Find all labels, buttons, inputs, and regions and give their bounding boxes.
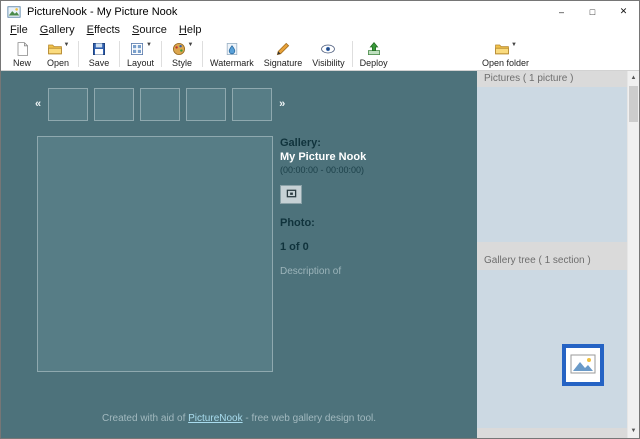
gallery-label: Gallery: xyxy=(280,136,465,150)
tool-label: Deploy xyxy=(360,58,388,69)
gallery-tree-panel-header: Gallery tree ( 1 section ) xyxy=(477,242,627,270)
gallery-time-range: (00:00:00 - 00:00:00) xyxy=(280,164,465,176)
filmstrip-prev-button[interactable]: « xyxy=(31,87,45,121)
save-button[interactable]: Save xyxy=(81,38,117,70)
toolbar-separator xyxy=(78,41,79,67)
tool-label: Visibility xyxy=(312,58,344,69)
menu-gallery[interactable]: Gallery xyxy=(34,22,81,38)
scroll-up-button[interactable]: ▲ xyxy=(628,71,639,85)
gallery-preview-area: « » Gallery: My Picture Nook (00:00:00 -… xyxy=(1,71,477,438)
gallery-options-button[interactable] xyxy=(280,185,302,204)
filmstrip-thumbnail[interactable] xyxy=(140,88,180,121)
tool-label: New xyxy=(13,58,31,69)
photo-description: Description of xyxy=(280,266,465,278)
tool-label: Style xyxy=(172,58,192,69)
filmstrip-thumbnail[interactable] xyxy=(232,88,272,121)
toolbar-separator xyxy=(161,41,162,67)
signature-button[interactable]: Signature xyxy=(259,38,308,70)
filmstrip-next-button[interactable]: » xyxy=(275,87,289,121)
open-button[interactable]: ▼ Open xyxy=(40,38,76,70)
app-window: PictureNook - My Picture Nook – □ ✕ File… xyxy=(0,0,640,439)
vertical-scrollbar[interactable]: ▲ ▼ xyxy=(627,71,639,438)
dropdown-caret[interactable]: ▼ xyxy=(511,42,517,48)
menu-help[interactable]: Help xyxy=(173,22,208,38)
watermark-button[interactable]: Watermark xyxy=(205,38,259,70)
menu-file[interactable]: File xyxy=(4,22,34,38)
photo-display-canvas[interactable] xyxy=(37,136,273,372)
scrollbar-thumb[interactable] xyxy=(629,86,638,122)
gallery-name: My Picture Nook xyxy=(280,150,465,164)
tool-label: Signature xyxy=(264,58,303,69)
gallery-tree-selected-section[interactable] xyxy=(562,344,604,386)
menu-source[interactable]: Source xyxy=(126,22,173,38)
filmstrip-thumbnail[interactable] xyxy=(48,88,88,121)
toolbar-separator xyxy=(352,41,353,67)
toolbar-separator xyxy=(202,41,203,67)
titlebar[interactable]: PictureNook - My Picture Nook – □ ✕ xyxy=(1,1,639,22)
tool-label: Layout xyxy=(127,58,154,69)
pictures-panel-header: Pictures ( 1 picture ) xyxy=(477,71,627,87)
tool-label: Open folder xyxy=(482,58,529,69)
layout-button[interactable]: ▼ Layout xyxy=(122,38,159,70)
toolbar: New ▼ Open Save xyxy=(1,38,639,71)
toolbar-separator xyxy=(119,41,120,67)
footer-suffix: - free web gallery design tool. xyxy=(243,413,376,424)
picturenook-link[interactable]: PictureNook xyxy=(188,413,242,424)
dropdown-caret[interactable]: ▼ xyxy=(64,42,70,48)
menu-effects[interactable]: Effects xyxy=(81,22,126,38)
photo-position: 1 of 0 xyxy=(280,241,465,254)
caption-buttons: – □ ✕ xyxy=(546,1,639,22)
menubar: File Gallery Effects Source Help xyxy=(1,22,639,38)
minimize-button[interactable]: – xyxy=(546,1,577,22)
window-title: PictureNook - My Picture Nook xyxy=(27,6,177,18)
footer-credit: Created with aid of PictureNook - free w… xyxy=(1,413,477,424)
deploy-button[interactable]: Deploy xyxy=(355,38,393,70)
photo-label: Photo: xyxy=(280,217,465,230)
style-button[interactable]: ▼ Style xyxy=(164,38,200,70)
close-button[interactable]: ✕ xyxy=(608,1,639,22)
new-button[interactable]: New xyxy=(4,38,40,70)
content-area: « » Gallery: My Picture Nook (00:00:00 -… xyxy=(1,71,639,438)
pictures-panel[interactable] xyxy=(477,87,627,242)
footer-prefix: Created with aid of xyxy=(102,413,188,424)
visibility-button[interactable]: Visibility xyxy=(307,38,349,70)
filmstrip-thumbnail[interactable] xyxy=(94,88,134,121)
dropdown-caret[interactable]: ▼ xyxy=(146,42,152,48)
scroll-down-button[interactable]: ▼ xyxy=(628,424,639,438)
filmstrip: « » xyxy=(31,87,289,121)
maximize-button[interactable]: □ xyxy=(577,1,608,22)
open-folder-button[interactable]: ▼ Open folder xyxy=(477,38,534,70)
section-image-icon xyxy=(569,350,597,381)
tool-label: Watermark xyxy=(210,58,254,69)
tool-label: Open xyxy=(47,58,69,69)
filmstrip-thumbnail[interactable] xyxy=(186,88,226,121)
app-icon xyxy=(7,5,21,19)
gallery-tree-panel[interactable] xyxy=(477,270,627,428)
dropdown-caret[interactable]: ▼ xyxy=(188,42,194,48)
sidebar: Pictures ( 1 picture ) Gallery tree ( 1 … xyxy=(477,71,627,438)
gallery-info-panel: Gallery: My Picture Nook (00:00:00 - 00:… xyxy=(280,136,465,278)
gallery-options-icon xyxy=(286,188,297,202)
tool-label: Save xyxy=(89,58,110,69)
